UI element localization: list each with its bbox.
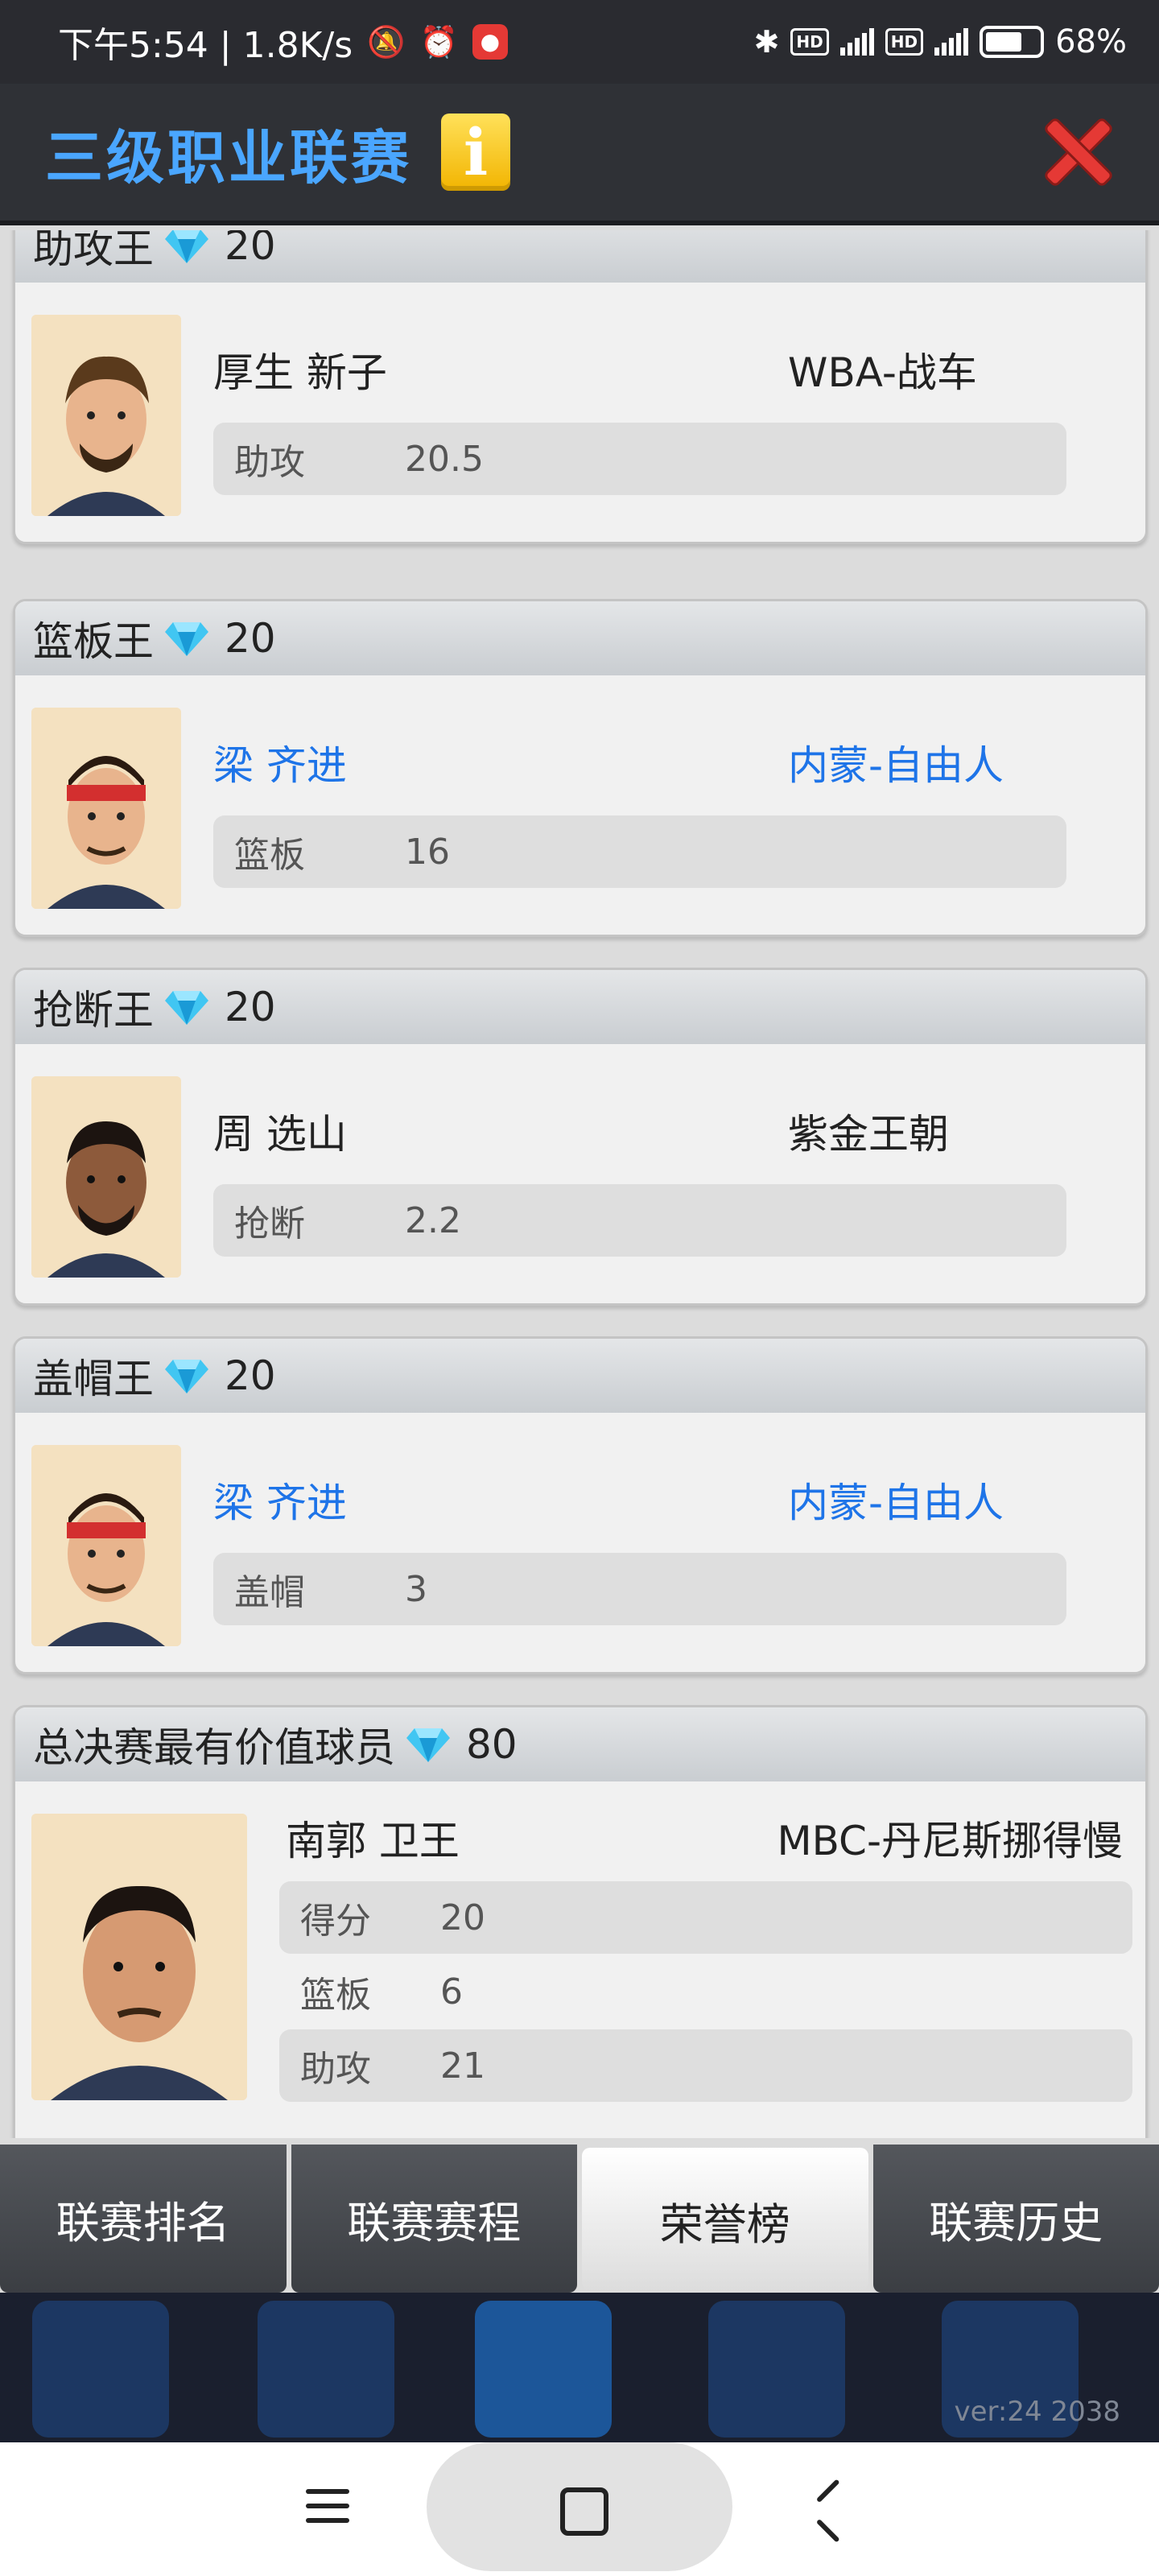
award-title: 总决赛最有价值球员 (33, 1724, 395, 1771)
stat-value: 2.2 (405, 1199, 461, 1241)
alarm-icon: ⏰ (419, 23, 458, 60)
team-name[interactable]: MBC-丹尼斯挪得慢 (777, 1809, 1123, 1867)
diamond-icon (165, 230, 208, 265)
player-avatar[interactable] (31, 1076, 181, 1278)
stat-value: 20.5 (405, 438, 484, 480)
bluetooth-icon: ✱ (753, 24, 780, 60)
diamond-icon (165, 619, 208, 658)
stat-label: 盖帽 (234, 1572, 305, 1613)
stat-value: 6 (440, 1971, 463, 2013)
close-button[interactable] (1041, 116, 1114, 188)
battery-icon (980, 26, 1045, 58)
award-title: 篮板王 (33, 618, 154, 665)
diamond-icon (165, 988, 208, 1026)
player-name[interactable]: 梁 齐进 (213, 1471, 347, 1529)
team-name[interactable]: 紫金王朝 (788, 1102, 949, 1160)
player-name[interactable]: 南郭 卫王 (286, 1809, 460, 1867)
stat-row: 得分 20 (279, 1881, 1132, 1954)
award-reward: 20 (225, 230, 276, 269)
player-avatar[interactable] (31, 1445, 181, 1646)
award-title: 助攻王 (33, 230, 154, 272)
stat-value: 16 (405, 831, 450, 873)
honor-list[interactable]: 助攻王 20 厚生 新子 WBA-战车 助攻 20.5 篮板王 20 梁 齐进 … (0, 230, 1159, 2138)
5g-signal-icon (839, 28, 874, 56)
stat-label: 篮板 (300, 1975, 371, 2016)
hd-icon: HD (790, 28, 829, 56)
award-title: 抢断王 (33, 987, 154, 1034)
stat-row: 抢断 2.2 (213, 1184, 1066, 1257)
stat-label: 助攻 (300, 2049, 371, 2090)
league-icon[interactable] (475, 2301, 612, 2438)
stat-row: 篮板 6 (279, 1955, 1132, 2028)
stat-row: 篮板 16 (213, 815, 1066, 888)
app-header: 三级职业联赛 i (0, 84, 1159, 225)
stat-label: 篮板 (234, 835, 305, 876)
diamond-icon (406, 1725, 450, 1764)
award-reward: 20 (225, 1352, 276, 1399)
stat-label: 得分 (300, 1901, 371, 1942)
menu-icon[interactable] (32, 2301, 169, 2438)
5g-signal-icon (934, 28, 969, 56)
stat-row: 助攻 21 (279, 2029, 1132, 2102)
menu-icon[interactable] (306, 2489, 349, 2528)
tab-league-ranking[interactable]: 联赛排名 (0, 2145, 287, 2293)
status-bar: 下午5:54 | 1.8K/s 🔕 ⏰ ● ✱ HD HD 68% (0, 0, 1159, 84)
award-title: 盖帽王 (33, 1356, 154, 1402)
award-reward: 80 (466, 1721, 518, 1768)
team-name[interactable]: 内蒙-自由人 (788, 1471, 1004, 1529)
stat-row: 盖帽 3 (213, 1553, 1066, 1625)
page-title: 三级职业联赛 (45, 123, 413, 192)
stat-label: 抢断 (234, 1203, 305, 1245)
award-header: 篮板王 20 (15, 601, 1145, 675)
tab-league-history[interactable]: 联赛历史 (872, 2145, 1159, 2293)
hd-icon: HD (885, 28, 924, 56)
award-header: 助攻王 20 (15, 230, 1145, 283)
money-icon[interactable] (258, 2301, 394, 2438)
award-card-blocks: 盖帽王 20 梁 齐进 内蒙-自由人 盖帽 3 (13, 1336, 1148, 1674)
home-button[interactable] (427, 2442, 732, 2571)
stat-row: 助攻 20.5 (213, 423, 1066, 495)
award-header: 抢断王 20 (15, 970, 1145, 1044)
player-name[interactable]: 厚生 新子 (213, 341, 387, 398)
stat-value: 3 (405, 1568, 427, 1610)
award-card-assists: 助攻王 20 厚生 新子 WBA-战车 助攻 20.5 (13, 230, 1148, 544)
diamond-icon (165, 1356, 208, 1395)
award-reward: 20 (225, 615, 276, 662)
award-card-finals-mvp: 总决赛最有价值球员 80 南郭 卫王 MBC-丹尼斯挪得慢 得分 20 篮板 6… (13, 1705, 1148, 2138)
award-card-rebounds: 篮板王 20 梁 齐进 内蒙-自由人 篮板 16 (13, 599, 1148, 937)
system-nav-bar (0, 2442, 1159, 2576)
mute-icon: 🔕 (367, 23, 406, 60)
back-icon[interactable] (813, 2489, 848, 2528)
team-name[interactable]: WBA-战车 (788, 341, 977, 398)
award-header: 盖帽王 20 (15, 1339, 1145, 1413)
bottom-tab-bar: 联赛排名 联赛赛程 荣誉榜 联赛历史 (0, 2145, 1159, 2293)
award-reward: 20 (225, 984, 276, 1030)
game-menu-bar: ver:24 2038 (0, 2293, 1159, 2442)
tab-league-schedule[interactable]: 联赛赛程 (291, 2145, 577, 2293)
tab-honor-roll[interactable]: 荣誉榜 (582, 2148, 868, 2293)
award-card-steals: 抢断王 20 周 选山 紫金王朝 抢断 2.2 (13, 968, 1148, 1306)
version-label: ver:24 2038 (954, 2396, 1120, 2428)
player-avatar[interactable] (31, 1814, 247, 2100)
status-time: 下午5:54 | 1.8K/s (58, 25, 353, 66)
player-avatar[interactable] (31, 315, 181, 516)
stat-value: 21 (440, 2045, 485, 2087)
stat-label: 助攻 (234, 442, 305, 483)
arena-icon[interactable] (708, 2301, 845, 2438)
award-header: 总决赛最有价值球员 80 (15, 1707, 1145, 1781)
app-notification-icon: ● (472, 24, 508, 60)
player-name[interactable]: 周 选山 (213, 1102, 347, 1160)
team-name[interactable]: 内蒙-自由人 (788, 733, 1004, 791)
stat-value: 20 (440, 1897, 485, 1938)
info-button[interactable]: i (441, 114, 511, 191)
player-avatar[interactable] (31, 708, 181, 909)
battery-level: 68% (1055, 23, 1127, 60)
player-name[interactable]: 梁 齐进 (213, 733, 347, 791)
